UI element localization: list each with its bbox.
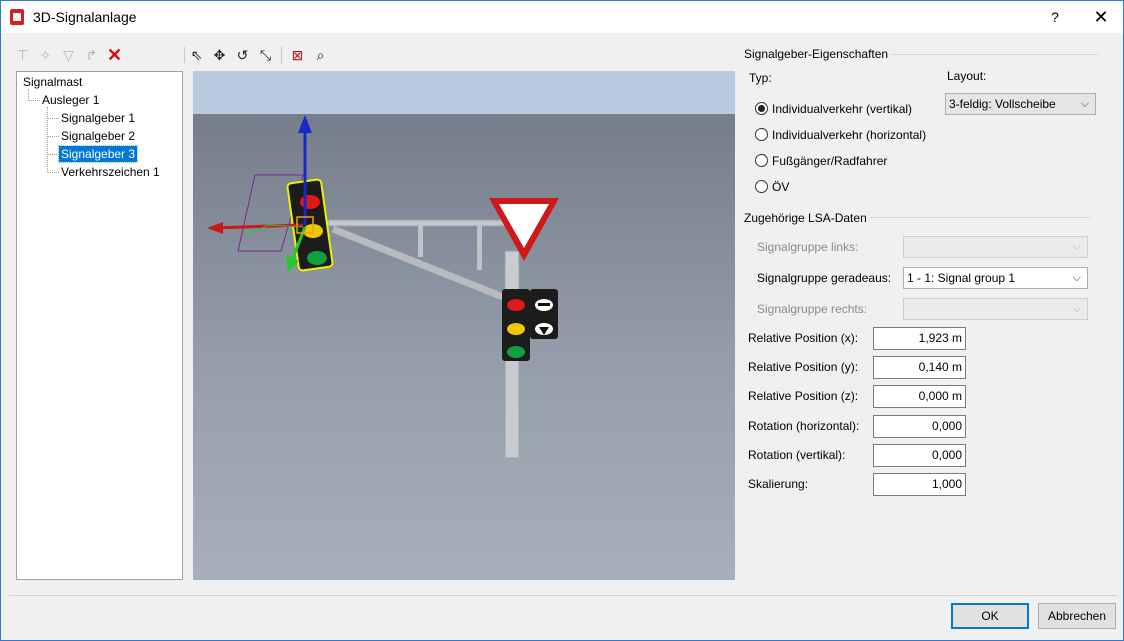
signal-light-red (507, 299, 525, 311)
section-title-lsa: Zugehörige LSA-Daten (744, 211, 867, 225)
skalierung-input[interactable]: 1,000 (873, 473, 966, 496)
zoom-icon[interactable]: ⌕ (311, 45, 330, 65)
section-divider (870, 217, 1091, 218)
mast-arm (327, 219, 524, 227)
tree-toolbar: ⊤ ✧ ▽ ↱ ✕ (13, 45, 124, 65)
rel-pos-x-label: Relative Position (x): (748, 331, 859, 345)
layout-label: Layout: (947, 69, 987, 83)
arm-strut-vertical (477, 225, 482, 270)
help-button[interactable]: ? (1035, 5, 1075, 29)
add-mast-icon[interactable]: ⊤ (13, 45, 32, 65)
tree-connector (28, 100, 40, 101)
signalgruppe-geradeaus-select[interactable]: 1 - 1: Signal group 1 ⌵ (903, 267, 1088, 289)
move-tool-icon[interactable]: ✥ (210, 45, 229, 65)
radio-label-oev[interactable]: ÖV (772, 180, 789, 194)
add-sign-icon[interactable]: ▽ (59, 45, 78, 65)
oev-bar (538, 303, 550, 306)
radio-label-horizontal[interactable]: Individualverkehr (horizontal) (772, 128, 926, 142)
chevron-down-icon: ⌵ (1072, 272, 1081, 284)
toolbar-separator (184, 47, 185, 63)
app-icon (10, 9, 24, 25)
signal-light-yellow (507, 323, 525, 335)
view-toolbar: ⇖ ✥ ↺ ⤡ ⊠ ⌕ (187, 45, 330, 65)
select-tool-icon[interactable]: ⇖ (187, 45, 206, 65)
skalierung-label: Skalierung: (748, 477, 809, 491)
signalgruppe-geradeaus-label: Signalgruppe geradeaus: (757, 271, 892, 285)
tree-item-verkehrszeichen-1[interactable]: Verkehrszeichen 1 (59, 164, 162, 180)
typ-label: Typ: (749, 71, 772, 85)
footer-divider (9, 595, 1117, 596)
selected-light-red (300, 195, 320, 209)
window-title: 3D-Signalanlage (33, 9, 137, 25)
tree-connector (47, 136, 59, 137)
tree-connector (47, 107, 48, 173)
close-button[interactable]: ✕ (1081, 5, 1121, 29)
section-title-signalgeber: Signalgeber-Eigenschaften (744, 47, 889, 61)
object-tree[interactable]: Signalmast Ausleger 1 Signalgeber 1 Sign… (16, 71, 183, 580)
fit-view-icon[interactable]: ⊠ (288, 45, 307, 65)
radio-individualverkehr-vertikal[interactable] (755, 102, 768, 115)
add-signal-icon[interactable]: ✧ (36, 45, 55, 65)
section-divider (891, 54, 1099, 55)
chevron-down-icon: ⌵ (1080, 98, 1089, 110)
signalgruppe-geradeaus-value: 1 - 1: Signal group 1 (907, 271, 1016, 285)
chevron-down-icon: ⌵ (1072, 241, 1081, 253)
layout-select[interactable]: 3-feldig: Vollscheibe ⌵ (945, 93, 1096, 115)
tree-connector (47, 154, 59, 155)
tree-item-signalgeber-2[interactable]: Signalgeber 2 (59, 128, 137, 144)
signalgruppe-rechts-label: Signalgruppe rechts: (757, 302, 868, 316)
signal-light-green (507, 346, 525, 358)
gizmo-z-arrow[interactable] (298, 115, 312, 133)
toolbar-separator (281, 46, 282, 64)
radio-label-fussgaenger[interactable]: Fußgänger/Radfahrer (772, 154, 887, 168)
rotation-vertikal-label: Rotation (vertikal): (748, 448, 846, 462)
tree-item-signalgeber-3[interactable]: Signalgeber 3 (57, 145, 139, 163)
title-bar: 3D-Signalanlage ? ✕ (1, 1, 1123, 33)
rotation-vertikal-input[interactable]: 0,000 (873, 444, 966, 467)
rel-pos-z-label: Relative Position (z): (748, 389, 859, 403)
signalgruppe-links-label: Signalgruppe links: (757, 240, 859, 254)
cancel-button[interactable]: Abbrechen (1038, 603, 1116, 629)
radio-fussgaenger-radfahrer[interactable] (755, 154, 768, 167)
radio-oev[interactable] (755, 180, 768, 193)
rel-pos-z-input[interactable]: 0,000 m (873, 385, 966, 408)
tree-item-signalgeber-1[interactable]: Signalgeber 1 (59, 110, 137, 126)
selected-light-green (307, 251, 327, 265)
chevron-down-icon: ⌵ (1072, 303, 1081, 315)
tree-item-ausleger[interactable]: Ausleger 1 (40, 92, 101, 108)
dialog-window: 3D-Signalanlage ? ✕ ⊤ ✧ ▽ ↱ ✕ ⇖ ✥ ↺ ⤡ ⊠ … (0, 0, 1124, 641)
rotation-horizontal-label: Rotation (horizontal): (748, 419, 860, 433)
rel-pos-y-input[interactable]: 0,140 m (873, 356, 966, 379)
tree-connector (47, 172, 59, 173)
rotate-tool-icon[interactable]: ↺ (233, 45, 252, 65)
radio-individualverkehr-horizontal[interactable] (755, 128, 768, 141)
ok-button[interactable]: OK (951, 603, 1029, 629)
rel-pos-x-input[interactable]: 1,923 m (873, 327, 966, 350)
rotation-horizontal-input[interactable]: 0,000 (873, 415, 966, 438)
signalgruppe-rechts-select: ⌵ (903, 298, 1088, 320)
rel-pos-y-label: Relative Position (y): (748, 360, 859, 374)
delete-icon[interactable]: ✕ (105, 45, 124, 65)
tree-connector (47, 118, 59, 119)
3d-viewport[interactable] (193, 71, 735, 580)
tree-item-signalmast[interactable]: Signalmast (21, 74, 84, 90)
layout-select-value: 3-feldig: Vollscheibe (949, 97, 1056, 111)
radio-label-vertikal[interactable]: Individualverkehr (vertikal) (772, 102, 912, 116)
gizmo-x-arrow[interactable] (207, 222, 223, 234)
scale-tool-icon[interactable]: ⤡ (256, 45, 275, 65)
scene-svg (207, 115, 559, 459)
signalgruppe-links-select: ⌵ (903, 236, 1088, 258)
add-arm-icon[interactable]: ↱ (82, 45, 101, 65)
arm-strut-vertical (418, 225, 423, 257)
